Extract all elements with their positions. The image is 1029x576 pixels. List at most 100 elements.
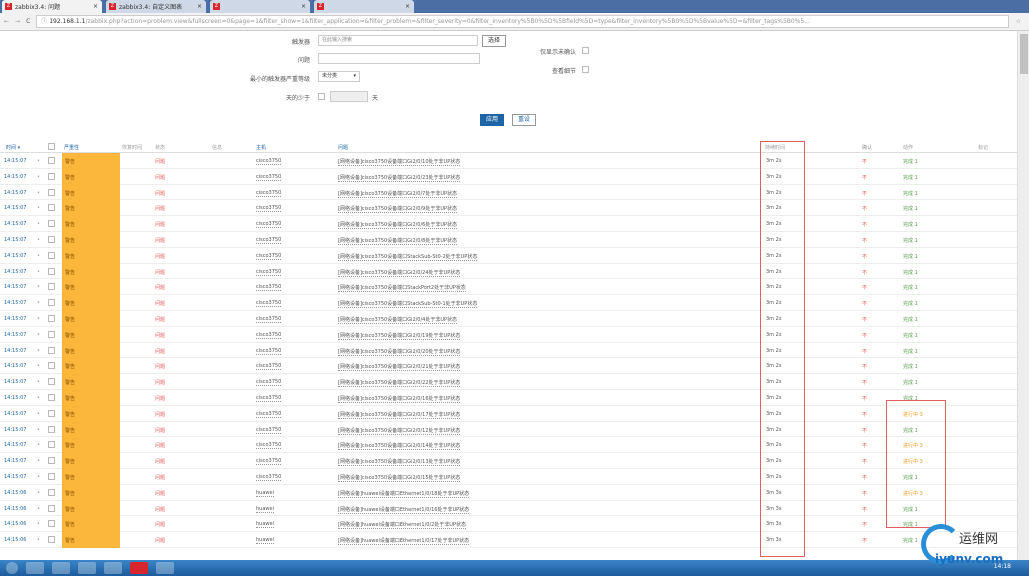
ack-link[interactable]: 不	[862, 237, 867, 244]
actions-link[interactable]: 完成 1	[903, 537, 918, 544]
time-link[interactable]: 14:15:07	[4, 427, 26, 433]
row-checkbox[interactable]	[48, 520, 55, 528]
scrollbar-thumb[interactable]	[1020, 34, 1028, 74]
ack-link[interactable]: 不	[862, 348, 867, 355]
problem-link[interactable]: [网络设备]cisco3750设备端口Gi2/0/7处于非UP状态	[338, 190, 458, 198]
ack-link[interactable]: 不	[862, 506, 867, 513]
time-link[interactable]: 14:15:07	[4, 348, 26, 354]
host-link[interactable]: cisco3750	[256, 284, 282, 292]
ack-link[interactable]: 不	[862, 221, 867, 228]
unack-checkbox[interactable]	[582, 47, 589, 54]
row-checkbox[interactable]	[48, 172, 55, 180]
time-link[interactable]: 14:15:07	[4, 253, 26, 259]
row-checkbox[interactable]	[48, 157, 55, 164]
time-link[interactable]: 14:15:07	[4, 458, 26, 464]
time-link[interactable]: 14:15:06	[4, 537, 26, 543]
row-checkbox[interactable]	[48, 473, 55, 480]
ack-link[interactable]: 不	[862, 395, 867, 402]
taskbar-app-icon[interactable]	[104, 562, 122, 574]
row-checkbox[interactable]	[48, 504, 55, 512]
taskbar-app-icon[interactable]	[26, 562, 44, 574]
actions-link[interactable]: 完成 1	[903, 253, 918, 260]
row-checkbox[interactable]	[48, 346, 55, 354]
ack-link[interactable]: 不	[862, 300, 867, 307]
ack-link[interactable]: 不	[862, 427, 867, 434]
start-icon[interactable]	[6, 562, 18, 574]
select-all-checkbox[interactable]	[48, 143, 55, 150]
problem-link[interactable]: [网络设备]cisco3750设备端口Gi2/0/12处于非UP状态	[338, 427, 461, 435]
actions-link[interactable]: 完成 1	[903, 379, 918, 386]
scrollbar[interactable]	[1017, 31, 1029, 560]
host-link[interactable]: cisco3750	[256, 253, 282, 260]
time-link[interactable]: 14:15:07	[4, 300, 26, 306]
time-link[interactable]: 14:15:07	[4, 190, 26, 196]
row-checkbox[interactable]	[48, 441, 55, 449]
problem-link[interactable]: [网络设备]huawei设备端口Ethernet1/0/17处于非UP状态	[338, 537, 470, 546]
time-link[interactable]: 14:15:07	[4, 411, 26, 417]
time-link[interactable]: 14:15:07	[4, 379, 26, 385]
ack-link[interactable]: 不	[862, 537, 867, 544]
actions-link[interactable]: 完成 1	[903, 348, 918, 355]
row-checkbox[interactable]	[48, 236, 55, 243]
host-link[interactable]: huawei	[256, 521, 274, 529]
problem-link[interactable]: [网络设备]cisco3750设备端口Gi2/0/21处于非UP状态	[338, 363, 461, 372]
problem-link[interactable]: [网络设备]cisco3750设备端口Gi2/0/15处于非UP状态	[338, 474, 461, 482]
problem-link[interactable]: [网络设备]huawei设备端口Ethernet1/0/18处于非UP状态	[338, 490, 470, 498]
host-link[interactable]: cisco3750	[256, 300, 282, 308]
problem-link[interactable]: [网络设备]cisco3750设备端口Gi2/0/9处于非UP状态	[338, 205, 458, 214]
back-icon[interactable]: ←	[4, 18, 9, 25]
ack-link[interactable]: 不	[862, 332, 867, 339]
time-link[interactable]: 14:15:07	[4, 442, 26, 448]
host-link[interactable]: huawei	[256, 506, 274, 513]
actions-link[interactable]: 完成 1	[903, 237, 918, 244]
ack-link[interactable]: 不	[862, 158, 867, 165]
ack-link[interactable]: 不	[862, 379, 867, 386]
row-checkbox[interactable]	[48, 330, 55, 338]
ack-link[interactable]: 不	[862, 316, 867, 323]
time-link[interactable]: 14:15:06	[4, 490, 26, 496]
actions-link[interactable]: 完成 1	[903, 269, 918, 276]
reset-button[interactable]: 重设	[512, 114, 536, 126]
problem-link[interactable]: [网络设备]cisco3750设备端口Gi2/0/20处于非UP状态	[338, 348, 461, 356]
col-severity[interactable]: 严重性	[64, 144, 79, 151]
problem-link[interactable]: [网络设备]cisco3750设备端口StackSub-St0-2处于非UP状态	[338, 253, 478, 261]
host-link[interactable]: cisco3750	[256, 316, 282, 323]
row-checkbox[interactable]	[48, 378, 55, 386]
browser-tab[interactable]: Zzabbix3.4: 问题 ×	[2, 0, 102, 13]
row-checkbox[interactable]	[48, 283, 55, 291]
browser-tab[interactable]: Z ×	[314, 0, 414, 13]
ack-link[interactable]: 不	[862, 363, 867, 370]
row-checkbox[interactable]	[48, 425, 55, 433]
problem-link[interactable]: [网络设备]cisco3750设备端口Gi2/0/14处于非UP状态	[338, 442, 461, 451]
problem-link[interactable]: [网络设备]huawei设备端口Ethernet1/0/16处于非UP状态	[338, 506, 470, 514]
star-icon[interactable]: ☆	[1016, 18, 1021, 25]
host-link[interactable]: huawei	[256, 490, 274, 497]
time-link[interactable]: 14:15:07	[4, 363, 26, 369]
close-icon[interactable]: ×	[93, 3, 98, 10]
taskbar-app-icon[interactable]	[130, 562, 148, 574]
actions-link[interactable]: 完成 1	[903, 158, 918, 165]
time-link[interactable]: 14:15:07	[4, 474, 26, 480]
problem-link[interactable]: [网络设备]cisco3750设备端口Gi2/0/22处于非UP状态	[338, 379, 461, 388]
details-checkbox[interactable]	[582, 66, 589, 73]
actions-link[interactable]: 完成 1	[903, 174, 918, 181]
time-link[interactable]: 14:15:07	[4, 316, 26, 322]
reload-icon[interactable]: C	[26, 18, 30, 25]
host-link[interactable]: cisco3750	[256, 269, 282, 276]
col-time[interactable]: 时间 ▾	[6, 144, 20, 151]
problem-link[interactable]: [网络设备]cisco3750设备端口Gi2/0/10处于非UP状态	[338, 158, 461, 166]
row-checkbox[interactable]	[48, 394, 55, 401]
ack-link[interactable]: 不	[862, 474, 867, 481]
time-link[interactable]: 14:15:07	[4, 237, 26, 243]
trigger-input[interactable]: 在此输入搜索	[318, 35, 478, 46]
browser-tab[interactable]: Zzabbix3.4: 自定义图表 ×	[106, 0, 206, 13]
problem-link[interactable]: [网络设备]cisco3750设备端口Gi2/0/8处于非UP状态	[338, 237, 458, 245]
time-link[interactable]: 14:15:06	[4, 506, 26, 512]
select-button[interactable]: 选择	[482, 35, 506, 47]
problem-link[interactable]: [网络设备]cisco3750设备端口Gi2/0/19处于非UP状态	[338, 332, 461, 340]
time-link[interactable]: 14:15:07	[4, 284, 26, 290]
time-link[interactable]: 14:15:07	[4, 174, 26, 180]
host-link[interactable]: cisco3750	[256, 458, 282, 466]
host-link[interactable]: cisco3750	[256, 174, 282, 181]
host-link[interactable]: cisco3750	[256, 379, 282, 387]
